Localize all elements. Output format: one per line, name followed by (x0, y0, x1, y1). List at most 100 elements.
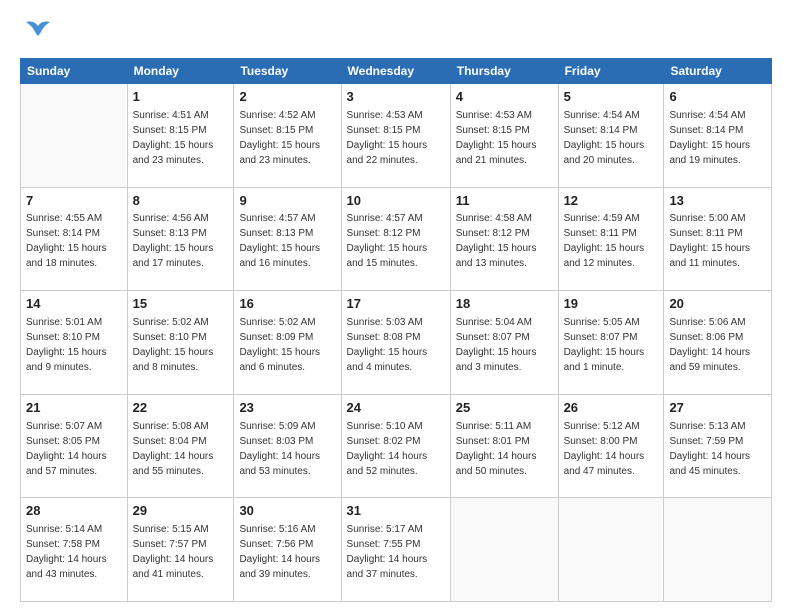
calendar-day-cell: 11Sunrise: 4:58 AM Sunset: 8:12 PM Dayli… (450, 187, 558, 291)
day-number: 23 (239, 399, 335, 418)
day-info: Sunrise: 5:02 AM Sunset: 8:10 PM Dayligh… (133, 315, 229, 375)
day-of-week-header: Tuesday (234, 59, 341, 84)
day-info: Sunrise: 4:55 AM Sunset: 8:14 PM Dayligh… (26, 211, 122, 271)
calendar-day-cell: 10Sunrise: 4:57 AM Sunset: 8:12 PM Dayli… (341, 187, 450, 291)
calendar-day-cell: 22Sunrise: 5:08 AM Sunset: 8:04 PM Dayli… (127, 394, 234, 498)
day-number: 24 (347, 399, 445, 418)
day-info: Sunrise: 5:03 AM Sunset: 8:08 PM Dayligh… (347, 315, 445, 375)
day-number: 10 (347, 192, 445, 211)
calendar-day-cell: 30Sunrise: 5:16 AM Sunset: 7:56 PM Dayli… (234, 498, 341, 602)
day-info: Sunrise: 4:53 AM Sunset: 8:15 PM Dayligh… (347, 108, 445, 168)
calendar-day-cell: 15Sunrise: 5:02 AM Sunset: 8:10 PM Dayli… (127, 291, 234, 395)
calendar-day-cell: 3Sunrise: 4:53 AM Sunset: 8:15 PM Daylig… (341, 84, 450, 188)
day-number: 5 (564, 88, 659, 107)
logo (20, 18, 52, 48)
day-info: Sunrise: 5:17 AM Sunset: 7:55 PM Dayligh… (347, 522, 445, 582)
day-info: Sunrise: 5:09 AM Sunset: 8:03 PM Dayligh… (239, 419, 335, 479)
calendar-day-cell: 29Sunrise: 5:15 AM Sunset: 7:57 PM Dayli… (127, 498, 234, 602)
day-of-week-header: Saturday (664, 59, 772, 84)
day-of-week-header: Friday (558, 59, 664, 84)
calendar-day-cell: 28Sunrise: 5:14 AM Sunset: 7:58 PM Dayli… (21, 498, 128, 602)
calendar-day-cell: 17Sunrise: 5:03 AM Sunset: 8:08 PM Dayli… (341, 291, 450, 395)
day-number: 30 (239, 502, 335, 521)
calendar-day-cell: 7Sunrise: 4:55 AM Sunset: 8:14 PM Daylig… (21, 187, 128, 291)
day-info: Sunrise: 4:57 AM Sunset: 8:13 PM Dayligh… (239, 211, 335, 271)
calendar-day-cell: 20Sunrise: 5:06 AM Sunset: 8:06 PM Dayli… (664, 291, 772, 395)
day-of-week-header: Sunday (21, 59, 128, 84)
calendar-day-cell: 4Sunrise: 4:53 AM Sunset: 8:15 PM Daylig… (450, 84, 558, 188)
day-number: 11 (456, 192, 553, 211)
day-info: Sunrise: 4:59 AM Sunset: 8:11 PM Dayligh… (564, 211, 659, 271)
calendar-table: SundayMondayTuesdayWednesdayThursdayFrid… (20, 58, 772, 602)
day-number: 26 (564, 399, 659, 418)
day-number: 19 (564, 295, 659, 314)
calendar-day-cell: 2Sunrise: 4:52 AM Sunset: 8:15 PM Daylig… (234, 84, 341, 188)
logo-bird-icon (24, 18, 52, 40)
calendar-day-cell: 16Sunrise: 5:02 AM Sunset: 8:09 PM Dayli… (234, 291, 341, 395)
day-number: 16 (239, 295, 335, 314)
day-number: 20 (669, 295, 766, 314)
calendar-day-cell (664, 498, 772, 602)
calendar-day-cell (558, 498, 664, 602)
day-number: 13 (669, 192, 766, 211)
day-number: 6 (669, 88, 766, 107)
day-number: 4 (456, 88, 553, 107)
day-number: 25 (456, 399, 553, 418)
day-info: Sunrise: 4:53 AM Sunset: 8:15 PM Dayligh… (456, 108, 553, 168)
day-info: Sunrise: 4:56 AM Sunset: 8:13 PM Dayligh… (133, 211, 229, 271)
calendar-week-row: 28Sunrise: 5:14 AM Sunset: 7:58 PM Dayli… (21, 498, 772, 602)
day-info: Sunrise: 5:12 AM Sunset: 8:00 PM Dayligh… (564, 419, 659, 479)
day-info: Sunrise: 4:52 AM Sunset: 8:15 PM Dayligh… (239, 108, 335, 168)
day-info: Sunrise: 5:06 AM Sunset: 8:06 PM Dayligh… (669, 315, 766, 375)
day-number: 22 (133, 399, 229, 418)
day-number: 7 (26, 192, 122, 211)
day-info: Sunrise: 5:02 AM Sunset: 8:09 PM Dayligh… (239, 315, 335, 375)
calendar-day-cell: 21Sunrise: 5:07 AM Sunset: 8:05 PM Dayli… (21, 394, 128, 498)
calendar-day-cell: 18Sunrise: 5:04 AM Sunset: 8:07 PM Dayli… (450, 291, 558, 395)
day-info: Sunrise: 4:57 AM Sunset: 8:12 PM Dayligh… (347, 211, 445, 271)
calendar-day-cell: 25Sunrise: 5:11 AM Sunset: 8:01 PM Dayli… (450, 394, 558, 498)
day-info: Sunrise: 5:07 AM Sunset: 8:05 PM Dayligh… (26, 419, 122, 479)
day-number: 27 (669, 399, 766, 418)
calendar-day-cell: 1Sunrise: 4:51 AM Sunset: 8:15 PM Daylig… (127, 84, 234, 188)
day-number: 3 (347, 88, 445, 107)
header (20, 18, 772, 48)
day-info: Sunrise: 5:05 AM Sunset: 8:07 PM Dayligh… (564, 315, 659, 375)
calendar-week-row: 14Sunrise: 5:01 AM Sunset: 8:10 PM Dayli… (21, 291, 772, 395)
day-info: Sunrise: 4:51 AM Sunset: 8:15 PM Dayligh… (133, 108, 229, 168)
day-info: Sunrise: 5:13 AM Sunset: 7:59 PM Dayligh… (669, 419, 766, 479)
calendar-day-cell: 12Sunrise: 4:59 AM Sunset: 8:11 PM Dayli… (558, 187, 664, 291)
day-number: 15 (133, 295, 229, 314)
day-info: Sunrise: 5:04 AM Sunset: 8:07 PM Dayligh… (456, 315, 553, 375)
day-number: 31 (347, 502, 445, 521)
calendar-day-cell: 31Sunrise: 5:17 AM Sunset: 7:55 PM Dayli… (341, 498, 450, 602)
day-number: 1 (133, 88, 229, 107)
day-info: Sunrise: 4:54 AM Sunset: 8:14 PM Dayligh… (669, 108, 766, 168)
calendar-day-cell (21, 84, 128, 188)
day-number: 14 (26, 295, 122, 314)
day-number: 18 (456, 295, 553, 314)
day-number: 9 (239, 192, 335, 211)
day-number: 29 (133, 502, 229, 521)
calendar-day-cell: 13Sunrise: 5:00 AM Sunset: 8:11 PM Dayli… (664, 187, 772, 291)
day-number: 21 (26, 399, 122, 418)
day-info: Sunrise: 5:10 AM Sunset: 8:02 PM Dayligh… (347, 419, 445, 479)
day-info: Sunrise: 5:00 AM Sunset: 8:11 PM Dayligh… (669, 211, 766, 271)
calendar-day-cell: 27Sunrise: 5:13 AM Sunset: 7:59 PM Dayli… (664, 394, 772, 498)
day-of-week-header: Wednesday (341, 59, 450, 84)
calendar-header-row: SundayMondayTuesdayWednesdayThursdayFrid… (21, 59, 772, 84)
calendar-day-cell (450, 498, 558, 602)
calendar-day-cell: 19Sunrise: 5:05 AM Sunset: 8:07 PM Dayli… (558, 291, 664, 395)
day-number: 8 (133, 192, 229, 211)
day-info: Sunrise: 5:11 AM Sunset: 8:01 PM Dayligh… (456, 419, 553, 479)
calendar-day-cell: 5Sunrise: 4:54 AM Sunset: 8:14 PM Daylig… (558, 84, 664, 188)
day-info: Sunrise: 5:08 AM Sunset: 8:04 PM Dayligh… (133, 419, 229, 479)
day-number: 2 (239, 88, 335, 107)
calendar-day-cell: 6Sunrise: 4:54 AM Sunset: 8:14 PM Daylig… (664, 84, 772, 188)
calendar-day-cell: 9Sunrise: 4:57 AM Sunset: 8:13 PM Daylig… (234, 187, 341, 291)
calendar-day-cell: 26Sunrise: 5:12 AM Sunset: 8:00 PM Dayli… (558, 394, 664, 498)
day-number: 12 (564, 192, 659, 211)
page: SundayMondayTuesdayWednesdayThursdayFrid… (0, 0, 792, 612)
day-number: 28 (26, 502, 122, 521)
calendar-week-row: 7Sunrise: 4:55 AM Sunset: 8:14 PM Daylig… (21, 187, 772, 291)
